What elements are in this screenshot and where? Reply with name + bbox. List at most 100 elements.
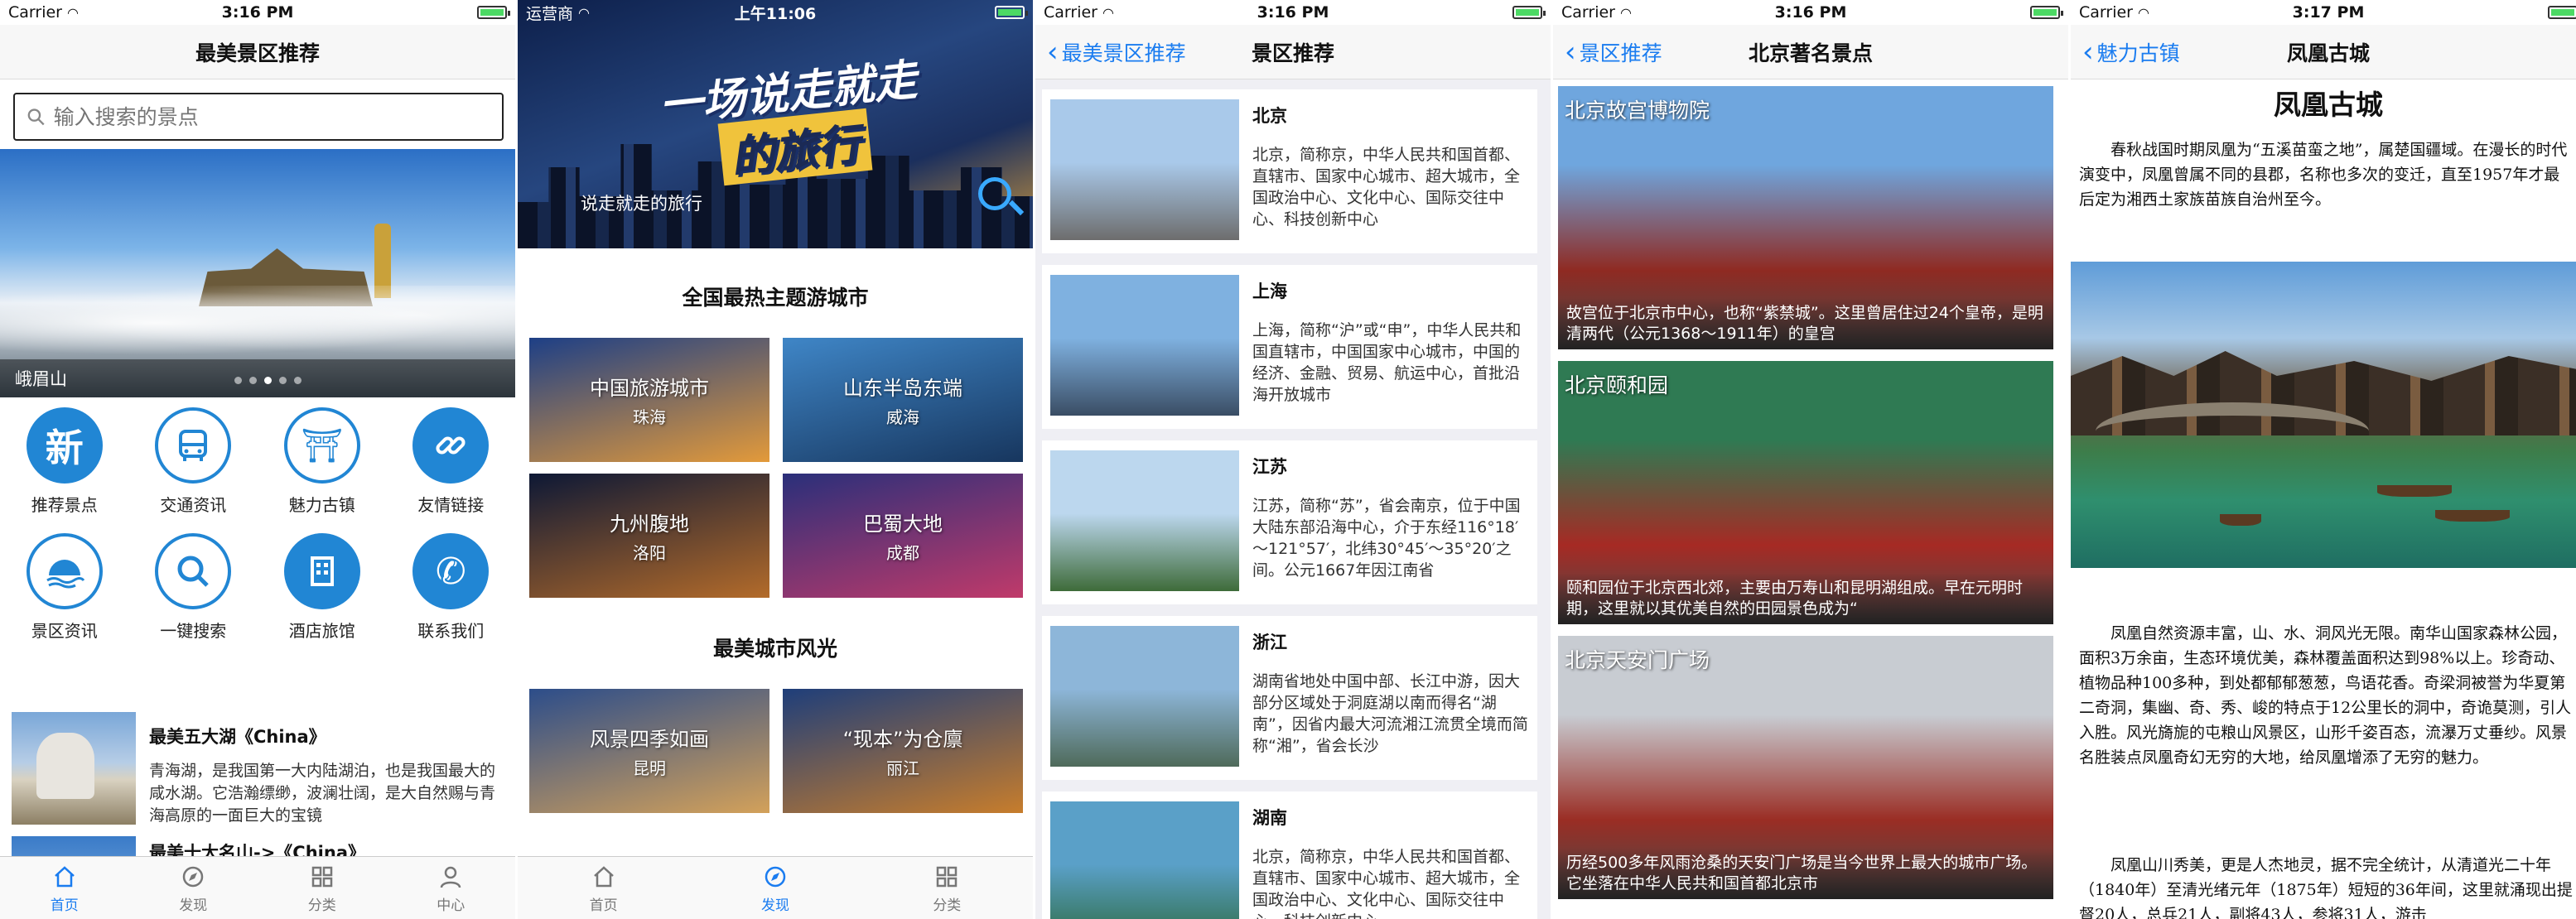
- carrier-label: Carrier: [1561, 3, 1615, 22]
- theme-city-grid: 中国旅游城市 珠海 山东半岛东端 威海 九州腹地 洛阳 巴蜀大地 成都: [529, 338, 1026, 598]
- spot-card[interactable]: 北京故宫博物院 故宫位于北京市中心，也称“紫禁城”。这里曾居住过24个皇帝，是明清…: [1558, 86, 2053, 349]
- back-button[interactable]: ‹ 最美景区推荐: [1047, 25, 1186, 79]
- list-item[interactable]: 上海 上海，简称“沪”或“申”，中华人民共和国直辖市，中国国家中心城市，中国的经济…: [1042, 265, 1537, 429]
- tab-label: 分类: [933, 897, 962, 914]
- back-button[interactable]: ‹ 景区推荐: [1565, 25, 1662, 79]
- page-dot[interactable]: [279, 377, 287, 384]
- page-dot[interactable]: [264, 377, 272, 384]
- tab-profile[interactable]: 中心: [387, 857, 516, 919]
- xin-character-icon: 新: [26, 407, 103, 484]
- tab-discover[interactable]: 发现: [129, 857, 258, 919]
- spot-description: 历经500多年风雨沧桑的天安门广场是当今世界上最大的城市广场。它坐落在中华人民共…: [1558, 848, 2053, 899]
- back-button[interactable]: ‹ 魅力古镇: [2082, 25, 2180, 79]
- city-name: 北京: [1252, 106, 1287, 126]
- list-item[interactable]: 浙江 湖南省地处中国中部、长江中游，因大部分区域处于洞庭湖以南而得名“湖南”，因省…: [1042, 616, 1537, 780]
- tab-home[interactable]: 首页: [0, 857, 129, 919]
- page-title: 凤凰古城: [2286, 41, 2370, 65]
- wifi-icon: ◠: [66, 4, 79, 21]
- chevron-left-icon: ‹: [1047, 36, 1059, 69]
- feature-label: 酒店旅馆: [288, 621, 355, 641]
- tab-bar: 首页 发现 分类: [518, 856, 1033, 919]
- photo-bridge: [2096, 402, 2369, 460]
- carrier-label: Carrier: [1044, 3, 1097, 22]
- city-thumbnail: [1050, 450, 1239, 591]
- feature-links[interactable]: 友情链接: [387, 407, 516, 533]
- feature-hotel[interactable]: 酒店旅馆: [258, 533, 387, 659]
- tab-discover[interactable]: 发现: [689, 857, 861, 919]
- tab-label: 中心: [437, 897, 466, 914]
- feature-news[interactable]: 景区资讯: [0, 533, 129, 659]
- page-title: 景区推荐: [1251, 41, 1334, 65]
- list-item[interactable]: 北京北京，简称京，中华人民共和国首都、直辖市、国家中心城市、超大城市，全国政治中…: [1042, 89, 1537, 253]
- search-box[interactable]: [13, 93, 504, 141]
- city-thumbnail: [1050, 801, 1239, 919]
- list-item[interactable]: 最美五大湖《China》 青海湖，是我国第一大内陆湖泊，也是我国最大的咸水湖。它…: [0, 705, 515, 830]
- screen-town-detail: Carrier ◠ 3:17 PM ‹ 魅力古镇 凤凰古城 凤凰古城 春秋战国时期…: [2071, 0, 2576, 919]
- city-summary: 北京，简称京，中华人民共和国首都、直辖市、国家中心城市、超大城市，全国政治中心、…: [1252, 146, 1521, 229]
- tab-label: 分类: [307, 897, 336, 914]
- page-title: 北京著名景点: [1748, 41, 1873, 65]
- back-label: 魅力古镇: [2096, 41, 2180, 65]
- article-summary: 青海湖，是我国第一大内陆湖泊，也是我国最大的咸水湖。它浩瀚缥缈，波澜壮阔，是大自…: [149, 762, 496, 825]
- feature-recommend[interactable]: 新 推荐景点: [0, 407, 129, 533]
- feature-towns[interactable]: ⛩ 魅力古镇: [258, 407, 387, 533]
- article-heading: 凤凰古城: [2274, 89, 2383, 121]
- spot-card[interactable]: 北京颐和园 颐和园位于北京西北郊，主要由万寿山和昆明湖组成。早在元明时期，这里就以…: [1558, 361, 2053, 624]
- tile-title: “现本”为仓廪: [842, 728, 963, 751]
- city-tile[interactable]: 九州腹地 洛阳: [529, 474, 769, 598]
- battery-icon: [1512, 6, 1546, 19]
- city-name: 上海: [1252, 281, 1287, 301]
- feature-grid: 新 推荐景点 交通资讯 ⛩ 魅力古镇 友情链接 景区资讯 一键搜索 酒店旅馆 ✆…: [0, 407, 515, 659]
- spot-card[interactable]: 北京天安门广场历经500多年风雨沧桑的天安门广场是当今世界上最大的城市广场。它坐…: [1558, 636, 2053, 899]
- tab-category[interactable]: 分类: [861, 857, 1033, 919]
- city-tile[interactable]: “现本”为仓廪 丽江: [783, 689, 1023, 813]
- tab-label: 发现: [760, 897, 789, 914]
- wifi-icon: ◠: [2137, 4, 2149, 21]
- feature-label: 推荐景点: [31, 495, 98, 515]
- back-label: 最美景区推荐: [1061, 41, 1186, 65]
- chevron-left-icon: ‹: [1565, 36, 1576, 69]
- feature-search[interactable]: 一键搜索: [129, 533, 258, 659]
- tab-label: 首页: [589, 897, 618, 914]
- screen-beijing-spots: Carrier ◠ 3:16 PM ‹ 景区推荐 北京著名景点 北京故宫博物院 故宫…: [1553, 0, 2068, 919]
- city-tile[interactable]: 风景四季如画 昆明: [529, 689, 769, 813]
- photo-boat: [2435, 510, 2510, 522]
- navigation-bar: ‹ 景区推荐 北京著名景点: [1553, 25, 2068, 79]
- search-input[interactable]: [53, 104, 502, 129]
- hero-banner[interactable]: 一场说走就走 的旅行 说走就走的旅行: [518, 0, 1033, 248]
- bus-icon: [155, 407, 232, 484]
- section-title: 最美城市风光: [712, 637, 837, 661]
- screen-scenic-recommend: Carrier ◠ 3:16 PM ‹ 最美景区推荐 景区推荐 北京北京，简称京，…: [1035, 0, 1551, 919]
- page-dot[interactable]: [249, 377, 257, 384]
- page-indicator[interactable]: [234, 377, 301, 384]
- page-dot[interactable]: [234, 377, 242, 384]
- feature-label: 一键搜索: [160, 621, 227, 641]
- status-bar: Carrier ◠ 3:17 PM: [2071, 0, 2576, 25]
- tab-home[interactable]: 首页: [518, 857, 689, 919]
- landscape-icon: [26, 533, 103, 609]
- city-tile[interactable]: 巴蜀大地 成都: [783, 474, 1023, 598]
- list-item[interactable]: 江苏 江苏，简称“苏”，省会南京，位于中国大陆东部沿海中心，介于东经116°18′…: [1042, 440, 1537, 604]
- page-dot[interactable]: [294, 377, 301, 384]
- magnifier-icon[interactable]: [978, 177, 1011, 210]
- status-bar: Carrier ◠ 3:16 PM: [1035, 0, 1551, 25]
- spot-name: 北京天安门广场: [1565, 648, 1710, 672]
- status-bar: 运营商 ◠ 上午11:06: [518, 0, 1033, 25]
- list-item[interactable]: 湖南 北京，简称京，中华人民共和国首都、直辖市、国家中心城市、超大城市，全国政治中…: [1042, 791, 1537, 919]
- feature-traffic[interactable]: 交通资讯: [129, 407, 258, 533]
- home-icon: [589, 862, 619, 892]
- tab-category[interactable]: 分类: [258, 857, 387, 919]
- feature-label: 友情链接: [417, 495, 485, 515]
- banner-mist: [0, 286, 515, 360]
- navigation-bar: ‹ 最美景区推荐 景区推荐: [1035, 25, 1551, 79]
- city-tile[interactable]: 山东半岛东端 威海: [783, 338, 1023, 462]
- city-thumbnail: [1050, 275, 1239, 416]
- city-tile[interactable]: 中国旅游城市 珠海: [529, 338, 769, 462]
- navigation-bar: ‹ 魅力古镇 凤凰古城: [2071, 25, 2576, 79]
- status-bar: Carrier ◠ 3:16 PM: [0, 0, 515, 25]
- feature-contact[interactable]: ✆ 联系我们: [387, 533, 516, 659]
- tile-title: 巴蜀大地: [863, 512, 943, 536]
- spot-name: 北京颐和园: [1565, 373, 1669, 397]
- feature-label: 交通资讯: [160, 495, 227, 515]
- banner-carousel[interactable]: 峨眉山: [0, 149, 515, 397]
